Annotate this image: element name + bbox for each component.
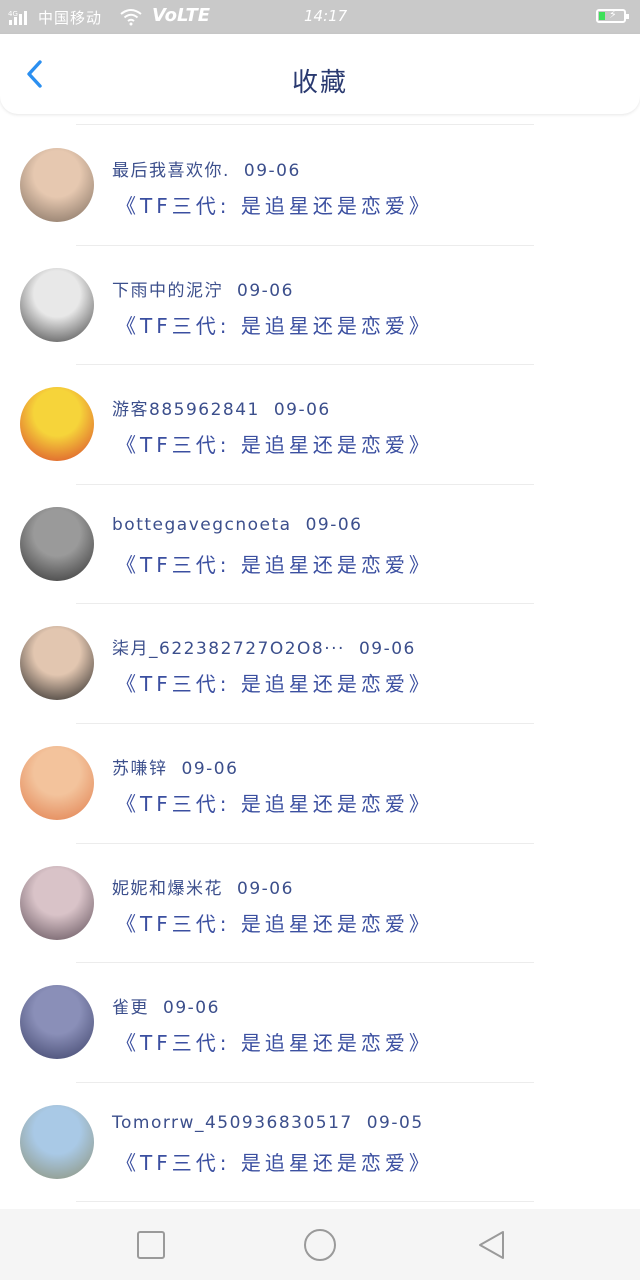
book-title-link[interactable]: 《TF三代: 是追星还是恋爱》 [116,668,433,697]
page-title: 收藏 [291,68,348,98]
username[interactable]: 雀更 [112,998,149,1018]
user-avatar[interactable] [20,745,94,820]
favorite-date: 09-06 [237,878,294,899]
username[interactable]: 苏嗛锌 [112,759,168,779]
book-title-link[interactable]: 《TF三代: 是追星还是恋爱》 [116,908,433,937]
favorite-date: 09-06 [237,280,294,301]
signal-label: 4G [8,10,18,18]
book-title-link[interactable]: 《TF三代: 是追星还是恋爱》 [116,1147,433,1176]
book-title-link[interactable]: 《TF三代: 是追星还是恋爱》 [116,310,433,339]
user-avatar[interactable] [20,865,94,940]
favorite-meta: 游客885962841 09-06 [112,395,331,420]
battery-fill [599,12,605,20]
user-avatar[interactable] [20,148,94,222]
divider [76,1201,534,1203]
username[interactable]: 游客885962841 [112,400,260,420]
app-header: 收藏 [0,34,640,114]
book-title-link[interactable]: 《TF三代: 是追星还是恋爱》 [116,1027,433,1056]
network-type: VoLTE [152,5,211,26]
user-avatar[interactable] [20,1104,94,1179]
system-nav-bar [0,1209,640,1280]
back-triangle-icon[interactable] [474,1227,510,1263]
favorite-item[interactable]: 雀更 09-06 《TF三代: 是追星还是恋爱》 [0,963,640,1083]
favorite-meta: Tomorrw_450936830517 09-05 [112,1113,424,1133]
username[interactable]: 柒月_622382727O2O8··· [112,639,345,659]
battery-icon: ⚡ [596,8,629,23]
book-title-link[interactable]: 《TF三代: 是追星还是恋爱》 [116,190,433,219]
signal-icon: 4G [8,10,27,25]
favorite-meta: 柒月_622382727O2O8··· 09-06 [112,634,416,659]
username[interactable]: 下雨中的泥泞 [112,281,223,301]
username[interactable]: Tomorrw_450936830517 [112,1113,353,1133]
charging-icon: ⚡ [609,8,617,21]
favorite-meta: 苏嗛锌 09-06 [112,754,238,779]
status-bar: 4G 中国移动 VoLTE 14:17 ⚡ [0,0,640,34]
user-avatar[interactable] [20,267,94,342]
username[interactable]: 最后我喜欢你. [112,161,230,181]
favorite-meta: bottegavegcnoeta 09-06 [112,515,362,535]
divider [76,124,534,125]
user-avatar[interactable] [20,387,94,462]
favorite-date: 09-05 [366,1112,424,1133]
user-avatar[interactable] [20,626,94,701]
favorites-list: 最后我喜欢你. 09-06 《TF三代: 是追星还是恋爱》 下雨中的泥泞 09-06 《T… [0,126,640,1203]
favorite-meta: 妮妮和爆米花 09-06 [112,874,294,899]
favorite-date: 09-06 [163,998,220,1019]
favorite-meta: 下雨中的泥泞 09-06 [112,276,294,301]
favorite-meta: 最后我喜欢你. 09-06 [112,156,301,181]
favorite-date: 09-06 [305,514,363,535]
favorite-item[interactable]: 下雨中的泥泞 09-06 《TF三代: 是追星还是恋爱》 [0,246,640,366]
favorite-item[interactable]: 柒月_622382727O2O8··· 09-06 《TF三代: 是追星还是恋爱》 [0,604,640,724]
favorite-item[interactable]: 苏嗛锌 09-06 《TF三代: 是追星还是恋爱》 [0,724,640,844]
favorite-item[interactable]: bottegavegcnoeta 09-06 《TF三代: 是追星还是恋爱》 [0,485,640,605]
favorite-date: 09-06 [273,400,331,421]
favorite-item[interactable]: 妮妮和爆米花 09-06 《TF三代: 是追星还是恋爱》 [0,844,640,964]
favorite-item[interactable]: Tomorrw_450936830517 09-05 《TF三代: 是追星还是恋爱》 [0,1083,640,1203]
carrier-name: 中国移动 [38,9,103,27]
favorite-meta: 雀更 09-06 [112,993,220,1018]
username[interactable]: 妮妮和爆米花 [112,879,223,899]
username[interactable]: bottegavegcnoeta [112,515,292,535]
user-avatar[interactable] [20,506,94,581]
favorite-date: 09-06 [358,639,416,660]
home-circle-icon[interactable] [300,1225,340,1265]
favorite-item[interactable]: 最后我喜欢你. 09-06 《TF三代: 是追星还是恋爱》 [0,126,640,246]
wifi-icon [120,9,142,26]
book-title-link[interactable]: 《TF三代: 是追星还是恋爱》 [116,788,433,817]
book-title-link[interactable]: 《TF三代: 是追星还是恋爱》 [116,429,433,458]
recent-apps-square-icon[interactable] [133,1227,169,1263]
book-title-link[interactable]: 《TF三代: 是追星还是恋爱》 [116,549,433,578]
screen: 4G 中国移动 VoLTE 14:17 ⚡ 收藏 最后我喜欢你. 09-06 《TF… [0,0,640,1280]
user-avatar[interactable] [20,985,94,1060]
favorite-date: 09-06 [243,161,301,181]
favorite-date: 09-06 [181,758,239,779]
favorite-item[interactable]: 游客885962841 09-06 《TF三代: 是追星还是恋爱》 [0,365,640,485]
status-time: 14:17 [304,7,348,25]
